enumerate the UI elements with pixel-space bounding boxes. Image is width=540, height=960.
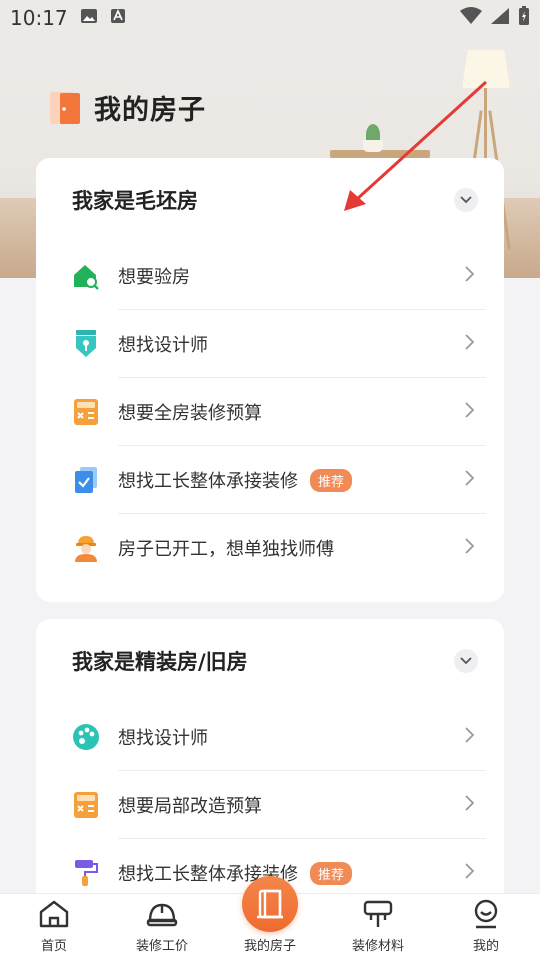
section-title: 我家是精装房/旧房 [72, 650, 248, 674]
chevron-right-icon [465, 863, 475, 883]
paint-tool-icon [362, 899, 394, 933]
wifi-icon [460, 7, 482, 29]
door-icon [48, 90, 82, 126]
list-item-find-worker[interactable]: 房子已开工，想单独找师傅 [36, 514, 504, 582]
recommend-badge: 推荐 [310, 861, 353, 885]
section-header[interactable]: 我家是精装房/旧房 [36, 619, 504, 703]
nav-item-materials[interactable]: 装修材料 [324, 894, 432, 960]
list-item-label: 想找设计师 [118, 728, 208, 749]
nav-item-price[interactable]: 装修工价 [108, 894, 216, 960]
page-header: 我的房子 [48, 88, 206, 127]
calculator-icon [72, 791, 100, 819]
list-item-find-foreman[interactable]: 想找工长整体承接装修 推荐 [36, 446, 504, 514]
document-check-icon [72, 466, 100, 494]
bottom-navigation: 首页 装修工价 我的房子 装修材料 我的 [0, 876, 540, 960]
collapse-button[interactable] [454, 188, 478, 212]
calculator-icon [72, 398, 100, 426]
nav-item-profile[interactable]: 我的 [432, 894, 540, 960]
list-item-label: 房子已开工，想单独找师傅 [118, 539, 334, 560]
list-item-label: 想要全房装修预算 [118, 403, 262, 424]
palette-icon [72, 723, 100, 751]
door-icon [242, 876, 298, 932]
nav-label: 我的 [472, 939, 499, 954]
list-item-label: 想找设计师 [118, 335, 208, 356]
list-item-find-designer[interactable]: 想找设计师 [36, 310, 504, 378]
recommend-badge: 推荐 [310, 468, 353, 492]
house-inspect-icon [72, 262, 100, 290]
list-item-inspect-house[interactable]: 想要验房 [36, 242, 504, 310]
collapse-button[interactable] [454, 649, 478, 673]
status-time: 10:17 [10, 6, 68, 30]
chevron-right-icon [465, 470, 475, 490]
image-notification-icon [80, 8, 98, 28]
list-item-find-designer[interactable]: 想找设计师 [36, 703, 504, 771]
status-bar: 10:17 [0, 0, 540, 36]
lamp-illustration [462, 50, 510, 88]
section-card-rough-house: 我家是毛坯房 想要验房 想找设计师 想要全房装修预算 想找工长整体承接装修 推荐… [36, 158, 504, 602]
nav-label: 装修工价 [135, 939, 188, 954]
chevron-right-icon [465, 538, 475, 558]
nav-label: 装修材料 [351, 939, 404, 954]
paint-roller-icon [72, 859, 100, 887]
signal-icon [490, 7, 510, 29]
section-card-finished-house: 我家是精装房/旧房 想找设计师 想要局部改造预算 想找工长整体承接装修 推荐 [36, 619, 504, 919]
list-item-label: 想要局部改造预算 [118, 796, 262, 817]
worker-icon [72, 534, 100, 562]
chevron-down-icon [460, 657, 472, 665]
chevron-right-icon [465, 402, 475, 422]
nav-label: 我的房子 [243, 939, 296, 954]
nav-item-my-house[interactable]: 我的房子 [216, 876, 324, 960]
profile-icon [470, 899, 502, 933]
list-item-label: 想要验房 [118, 267, 190, 288]
home-icon [38, 899, 70, 933]
list-item-partial-budget[interactable]: 想要局部改造预算 [36, 771, 504, 839]
nav-item-home[interactable]: 首页 [0, 894, 108, 960]
plant-pot-illustration [363, 140, 383, 152]
section-title: 我家是毛坯房 [72, 189, 198, 213]
list-item-full-budget[interactable]: 想要全房装修预算 [36, 378, 504, 446]
section-header[interactable]: 我家是毛坯房 [36, 158, 504, 242]
text-notification-icon [110, 8, 126, 28]
chevron-down-icon [460, 196, 472, 204]
list-item-label: 想找工长整体承接装修 [118, 471, 298, 492]
nav-label: 首页 [40, 939, 67, 954]
chevron-right-icon [465, 334, 475, 354]
chevron-right-icon [465, 727, 475, 747]
chevron-right-icon [465, 795, 475, 815]
chevron-right-icon [465, 266, 475, 286]
battery-icon [518, 6, 530, 30]
page-title: 我的房子 [94, 95, 206, 126]
helmet-icon [146, 899, 178, 933]
designer-pen-icon [72, 330, 100, 358]
